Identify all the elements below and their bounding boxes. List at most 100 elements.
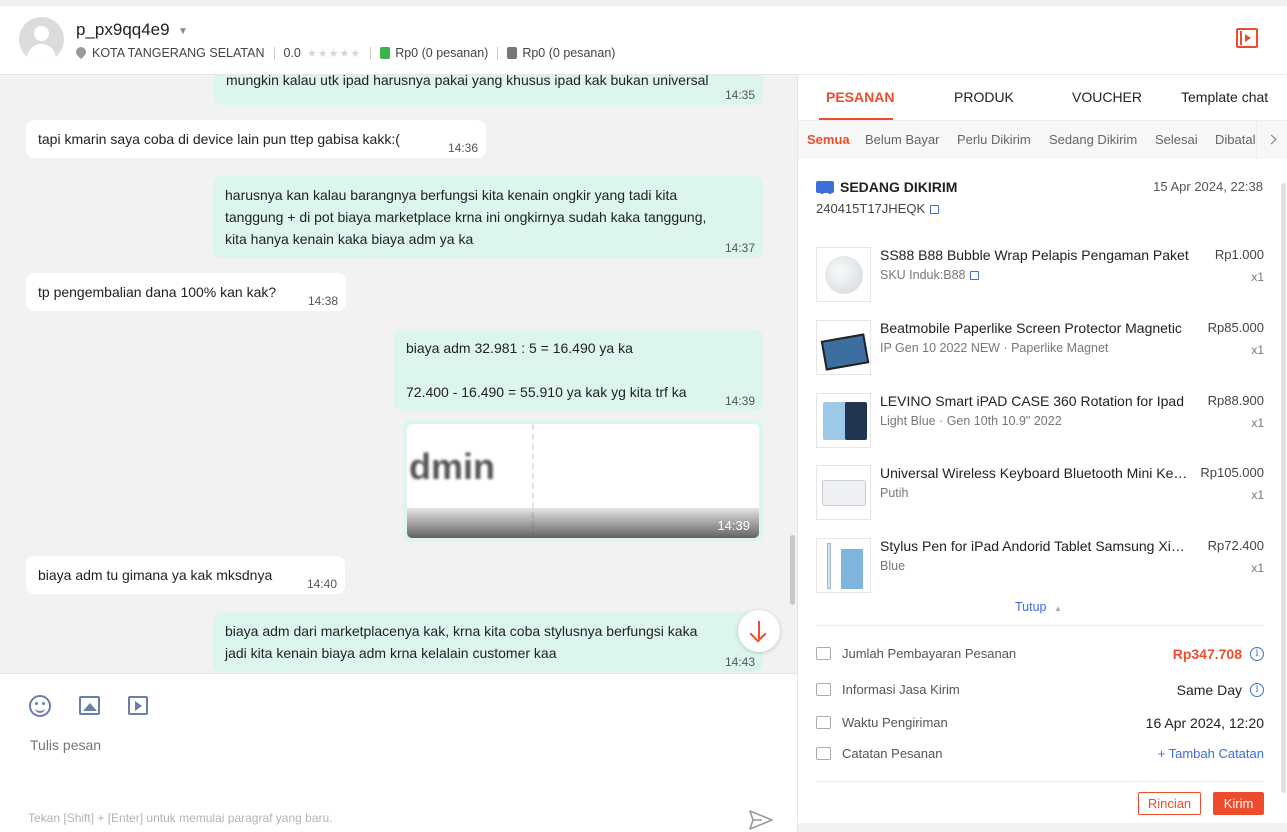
- product-variant: SKU Induk:B88: [880, 268, 980, 282]
- product-thumbnail: [816, 247, 871, 302]
- product-price: Rp72.400: [1207, 538, 1264, 553]
- product-name: Beatmobile Paperlike Screen Protector Ma…: [880, 320, 1182, 336]
- product-qty: x1: [1251, 416, 1264, 430]
- buyer-stat-cancelled: Rp0 (0 pesanan): [522, 46, 616, 60]
- message-incoming: biaya adm tu gimana ya kak mksdnya 14:40: [26, 556, 345, 594]
- product-item[interactable]: Stylus Pen for iPad Andorid Tablet Samsu…: [816, 538, 1264, 594]
- tab-produk[interactable]: PRODUK: [954, 89, 1014, 105]
- product-price: Rp105.000: [1200, 465, 1264, 480]
- message-time: 14:40: [306, 577, 337, 591]
- product-item[interactable]: Beatmobile Paperlike Screen Protector Ma…: [816, 320, 1264, 376]
- completed-orders-icon: [380, 47, 391, 59]
- product-qty: x1: [1251, 343, 1264, 357]
- emoji-icon[interactable]: [29, 695, 51, 717]
- message-time: 14:35: [724, 88, 755, 102]
- panel-scrollbar[interactable]: [1281, 183, 1286, 793]
- message-input[interactable]: [30, 737, 760, 753]
- subtab-perlu-dikirim[interactable]: Perlu Dikirim: [957, 132, 1031, 147]
- product-variant: Light Blue · Gen 10th 10.9" 2022: [880, 414, 1062, 428]
- product-thumbnail: [816, 393, 871, 448]
- product-name: SS88 B88 Bubble Wrap Pelapis Pengaman Pa…: [880, 247, 1189, 263]
- chat-scrollbar[interactable]: [790, 535, 795, 605]
- username[interactable]: p_px9qq4e9: [76, 20, 170, 40]
- product-thumbnail: [816, 465, 871, 520]
- order-filter-tabs: Semua Belum Bayar Perlu Dikirim Sedang D…: [798, 121, 1287, 159]
- subtab-sedang-dikirim[interactable]: Sedang Dikirim: [1049, 132, 1137, 147]
- buyer-stat-completed: Rp0 (0 pesanan): [395, 46, 489, 60]
- product-qty: x1: [1251, 561, 1264, 575]
- copy-icon[interactable]: [970, 271, 980, 281]
- image-preview[interactable]: dmin 14:39: [407, 424, 759, 538]
- tab-pesanan[interactable]: PESANAN: [826, 89, 894, 105]
- divider: [816, 781, 1264, 782]
- active-tab-indicator: [819, 118, 893, 120]
- subtab-semua[interactable]: Semua: [807, 132, 850, 147]
- product-price: Rp85.000: [1207, 320, 1264, 335]
- subtab-selesai[interactable]: Selesai: [1155, 132, 1198, 147]
- product-item[interactable]: SS88 B88 Bubble Wrap Pelapis Pengaman Pa…: [816, 247, 1264, 303]
- send-icon[interactable]: [749, 810, 773, 830]
- message-image[interactable]: dmin 14:39: [403, 420, 763, 542]
- order-id: 240415T17JHEQK: [816, 201, 940, 216]
- message-time: 14:39: [724, 394, 755, 408]
- avatar[interactable]: [19, 17, 64, 62]
- scroll-down-button[interactable]: [738, 610, 780, 652]
- buyer-location: KOTA TANGERANG SELATAN: [92, 46, 265, 60]
- shipping-service: Same Day: [1176, 682, 1242, 698]
- product-variant: Putih: [880, 486, 909, 500]
- payment-row: Jumlah Pembayaran Pesanan Rp347.708 i: [816, 645, 1264, 665]
- product-item[interactable]: LEVINO Smart iPAD CASE 360 Rotation for …: [816, 393, 1264, 449]
- message-outgoing: biaya adm 32.981 : 5 = 16.490 ya ka 72.4…: [394, 329, 763, 411]
- shipping-time: 16 Apr 2024, 12:20: [1145, 715, 1264, 731]
- message-outgoing: harusnya kan kalau barangnya berfungsi k…: [213, 176, 763, 258]
- message-outgoing: biaya adm dari marketplacenya kak, krna …: [213, 612, 763, 672]
- rating-stars-icon: ★★★★★: [306, 47, 362, 60]
- truck-outline-icon: [816, 683, 831, 696]
- shipping-time-row: Waktu Pengiriman 16 Apr 2024, 12:20: [816, 714, 1264, 734]
- chat-header: p_px9qq4e9 ▼ KOTA TANGERANG SELATAN 0.0 …: [0, 6, 1287, 75]
- video-icon[interactable]: [128, 696, 148, 715]
- location-pin-icon: [76, 47, 86, 60]
- copy-icon[interactable]: [930, 205, 940, 215]
- product-qty: x1: [1251, 488, 1264, 502]
- info-icon[interactable]: i: [1250, 647, 1264, 661]
- tab-template-chat[interactable]: Template chat: [1181, 89, 1268, 105]
- message-time: 14:39: [717, 518, 750, 533]
- order-status: SEDANG DIKIRIM: [816, 179, 957, 195]
- product-thumbnail: [816, 320, 871, 375]
- product-name: Stylus Pen for iPad Andorid Tablet Samsu…: [880, 538, 1192, 554]
- truck-icon: [816, 181, 834, 194]
- divider: [816, 625, 1264, 626]
- order-panel: PESANAN PRODUK VOUCHER Template chat Sem…: [797, 75, 1287, 832]
- chat-messages[interactable]: mungkin kalau utk ipad harusnya pakai ya…: [0, 75, 797, 673]
- product-price: Rp1.000: [1214, 247, 1264, 262]
- subtab-belum-bayar[interactable]: Belum Bayar: [865, 132, 939, 147]
- chevron-down-icon[interactable]: ▼: [178, 26, 188, 37]
- details-button[interactable]: Rincian: [1138, 792, 1201, 815]
- product-variant: Blue: [880, 559, 906, 573]
- info-icon[interactable]: i: [1250, 683, 1264, 697]
- composer-hint: Tekan [Shift] + [Enter] untuk memulai pa…: [28, 811, 333, 825]
- delivery-time-icon: [816, 716, 831, 729]
- buyer-meta: KOTA TANGERANG SELATAN 0.0 ★★★★★ Rp0 (0 …: [76, 44, 615, 62]
- message-incoming: tp pengembalian dana 100% kan kak? 14:38: [26, 273, 346, 311]
- payment-amount: Rp347.708: [1172, 646, 1242, 662]
- message-time: 14:37: [724, 241, 755, 255]
- tab-voucher[interactable]: VOUCHER: [1072, 89, 1142, 105]
- chevron-right-icon[interactable]: [1256, 121, 1287, 159]
- add-note-link[interactable]: + Tambah Catatan: [1158, 746, 1264, 761]
- message-incoming: tapi kmarin saya coba di device lain pun…: [26, 120, 486, 158]
- image-icon[interactable]: [79, 696, 100, 715]
- product-thumbnail: [816, 538, 871, 593]
- message-composer: Tekan [Shift] + [Enter] untuk memulai pa…: [0, 673, 797, 832]
- payment-icon: [816, 647, 831, 660]
- collapse-products-button[interactable]: Tutup ▲: [1015, 600, 1062, 614]
- note-icon: [816, 747, 831, 760]
- send-order-button[interactable]: Kirim: [1213, 792, 1264, 815]
- toggle-panel-icon[interactable]: [1236, 28, 1258, 48]
- message-time: 14:38: [307, 294, 338, 308]
- buyer-rating: 0.0: [283, 46, 301, 60]
- product-item[interactable]: Universal Wireless Keyboard Bluetooth Mi…: [816, 465, 1264, 521]
- panel-tabs: PESANAN PRODUK VOUCHER Template chat: [798, 75, 1287, 121]
- product-name: Universal Wireless Keyboard Bluetooth Mi…: [880, 465, 1192, 481]
